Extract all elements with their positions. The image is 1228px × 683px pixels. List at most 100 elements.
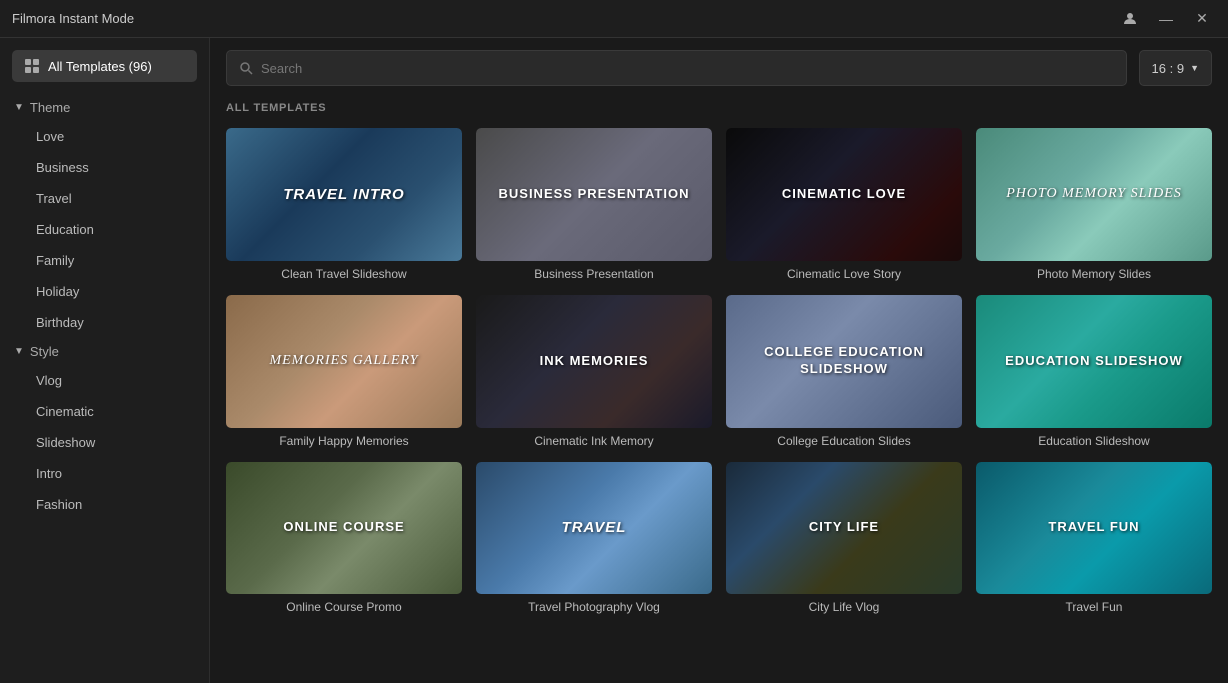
template-thumb-online-course: ONLINE COURSE: [226, 462, 462, 595]
template-card-cinematic-love[interactable]: CINEMATIC LOVE Cinematic Love Story: [726, 128, 962, 281]
minimize-button[interactable]: —: [1152, 5, 1180, 33]
sidebar: All Templates (96) ▼ Theme Love Business…: [0, 38, 210, 683]
style-label: Style: [30, 344, 59, 359]
template-thumb-clean-travel: TRAVEL INTRO: [226, 128, 462, 261]
template-name-college-edu: College Education Slides: [726, 434, 962, 448]
template-card-travel-photo[interactable]: Travel Travel Photography Vlog: [476, 462, 712, 615]
chevron-down-icon-3: ▼: [1190, 63, 1199, 73]
sidebar-item-education[interactable]: Education: [8, 215, 201, 244]
app-title: Filmora Instant Mode: [12, 11, 134, 26]
chevron-down-icon-2: ▼: [14, 346, 24, 357]
template-card-clean-travel[interactable]: TRAVEL INTRO Clean Travel Slideshow: [226, 128, 462, 281]
sidebar-item-birthday[interactable]: Birthday: [8, 308, 201, 337]
template-name-business-pres: Business Presentation: [476, 267, 712, 281]
all-templates-button[interactable]: All Templates (96): [12, 50, 197, 82]
section-label: ALL TEMPLATES: [226, 102, 1212, 114]
templates-section: ALL TEMPLATES TRAVEL INTRO Clean Travel S…: [210, 98, 1228, 683]
theme-section-header[interactable]: ▼ Theme: [0, 94, 209, 121]
template-card-city-life[interactable]: CITY LIFE City Life Vlog: [726, 462, 962, 615]
template-card-college-edu[interactable]: COLLEGE EDUCATION SLIDESHOW College Educa…: [726, 295, 962, 448]
template-thumb-photo-memory: Photo Memory Slides: [976, 128, 1212, 261]
template-name-clean-travel: Clean Travel Slideshow: [226, 267, 462, 281]
template-overlay-family-happy: Memories Gallery: [226, 295, 462, 428]
templates-grid: TRAVEL INTRO Clean Travel Slideshow BUSINE…: [226, 128, 1212, 614]
template-thumb-travel-fun: TRAVEL FUN: [976, 462, 1212, 595]
template-overlay-text-city-life: CITY LIFE: [809, 519, 879, 536]
template-overlay-text-photo-memory: Photo Memory Slides: [1006, 185, 1182, 203]
sidebar-item-travel[interactable]: Travel: [8, 184, 201, 213]
search-input-wrapper[interactable]: [226, 50, 1127, 86]
sidebar-item-business[interactable]: Business: [8, 153, 201, 182]
aspect-ratio-label: 16 : 9: [1152, 61, 1185, 76]
template-overlay-business-pres: BUSINESS PRESENTATION: [476, 128, 712, 261]
sidebar-item-intro[interactable]: Intro: [8, 459, 201, 488]
template-overlay-text-business-pres: BUSINESS PRESENTATION: [499, 186, 690, 203]
template-thumb-college-edu: COLLEGE EDUCATION SLIDESHOW: [726, 295, 962, 428]
template-overlay-cinematic-ink: INK MEMORIES: [476, 295, 712, 428]
template-thumb-travel-photo: Travel: [476, 462, 712, 595]
template-name-photo-memory: Photo Memory Slides: [976, 267, 1212, 281]
template-thumb-business-pres: BUSINESS PRESENTATION: [476, 128, 712, 261]
template-overlay-travel-photo: Travel: [476, 462, 712, 595]
template-overlay-online-course: ONLINE COURSE: [226, 462, 462, 595]
sidebar-item-slideshow[interactable]: Slideshow: [8, 428, 201, 457]
window-controls: — ✕: [1116, 5, 1216, 33]
template-name-edu-slideshow: Education Slideshow: [976, 434, 1212, 448]
content-area: 16 : 9 ▼ ALL TEMPLATES TRAVEL INTRO Clean…: [210, 38, 1228, 683]
template-thumb-cinematic-love: CINEMATIC LOVE: [726, 128, 962, 261]
sidebar-item-family[interactable]: Family: [8, 246, 201, 275]
template-thumb-family-happy: Memories Gallery: [226, 295, 462, 428]
template-overlay-text-travel-photo: Travel: [562, 518, 627, 538]
template-name-travel-photo: Travel Photography Vlog: [476, 600, 712, 614]
main-layout: All Templates (96) ▼ Theme Love Business…: [0, 38, 1228, 683]
template-overlay-text-travel-fun: TRAVEL FUN: [1048, 519, 1139, 536]
template-card-photo-memory[interactable]: Photo Memory Slides Photo Memory Slides: [976, 128, 1212, 281]
template-card-travel-fun[interactable]: TRAVEL FUN Travel Fun: [976, 462, 1212, 615]
sidebar-item-fashion[interactable]: Fashion: [8, 490, 201, 519]
template-overlay-text-clean-travel: TRAVEL INTRO: [283, 185, 404, 205]
template-name-cinematic-ink: Cinematic Ink Memory: [476, 434, 712, 448]
template-overlay-text-cinematic-ink: INK MEMORIES: [540, 353, 649, 370]
template-name-city-life: City Life Vlog: [726, 600, 962, 614]
template-card-cinematic-ink[interactable]: INK MEMORIES Cinematic Ink Memory: [476, 295, 712, 448]
titlebar: Filmora Instant Mode — ✕: [0, 0, 1228, 38]
template-overlay-text-college-edu: COLLEGE EDUCATION SLIDESHOW: [734, 344, 954, 378]
sidebar-item-vlog[interactable]: Vlog: [8, 366, 201, 395]
template-thumb-city-life: CITY LIFE: [726, 462, 962, 595]
template-overlay-travel-fun: TRAVEL FUN: [976, 462, 1212, 595]
template-card-business-pres[interactable]: BUSINESS PRESENTATION Business Presentati…: [476, 128, 712, 281]
search-bar: 16 : 9 ▼: [210, 38, 1228, 98]
template-thumb-edu-slideshow: Education Slideshow: [976, 295, 1212, 428]
search-input[interactable]: [261, 61, 1114, 76]
template-overlay-college-edu: COLLEGE EDUCATION SLIDESHOW: [726, 295, 962, 428]
template-name-family-happy: Family Happy Memories: [226, 434, 462, 448]
sidebar-item-love[interactable]: Love: [8, 122, 201, 151]
template-card-online-course[interactable]: ONLINE COURSE Online Course Promo: [226, 462, 462, 615]
user-icon-button[interactable]: [1116, 5, 1144, 33]
template-card-edu-slideshow[interactable]: Education Slideshow Education Slideshow: [976, 295, 1212, 448]
all-templates-label: All Templates (96): [48, 59, 152, 74]
template-thumb-cinematic-ink: INK MEMORIES: [476, 295, 712, 428]
sidebar-item-holiday[interactable]: Holiday: [8, 277, 201, 306]
template-overlay-edu-slideshow: Education Slideshow: [976, 295, 1212, 428]
theme-label: Theme: [30, 100, 70, 115]
template-overlay-text-cinematic-love: CINEMATIC LOVE: [782, 186, 906, 203]
template-overlay-photo-memory: Photo Memory Slides: [976, 128, 1212, 261]
aspect-ratio-dropdown[interactable]: 16 : 9 ▼: [1139, 50, 1212, 86]
search-icon: [239, 61, 253, 75]
template-overlay-clean-travel: TRAVEL INTRO: [226, 128, 462, 261]
grid-icon: [24, 58, 40, 74]
template-name-travel-fun: Travel Fun: [976, 600, 1212, 614]
chevron-down-icon: ▼: [14, 102, 24, 113]
template-overlay-cinematic-love: CINEMATIC LOVE: [726, 128, 962, 261]
template-overlay-text-family-happy: Memories Gallery: [269, 352, 418, 370]
template-name-cinematic-love: Cinematic Love Story: [726, 267, 962, 281]
template-card-family-happy[interactable]: Memories Gallery Family Happy Memories: [226, 295, 462, 448]
sidebar-item-cinematic[interactable]: Cinematic: [8, 397, 201, 426]
template-name-online-course: Online Course Promo: [226, 600, 462, 614]
style-section-header[interactable]: ▼ Style: [0, 338, 209, 365]
template-overlay-text-online-course: ONLINE COURSE: [283, 519, 404, 536]
template-overlay-city-life: CITY LIFE: [726, 462, 962, 595]
close-button[interactable]: ✕: [1188, 5, 1216, 33]
template-overlay-text-edu-slideshow: Education Slideshow: [1005, 353, 1183, 370]
